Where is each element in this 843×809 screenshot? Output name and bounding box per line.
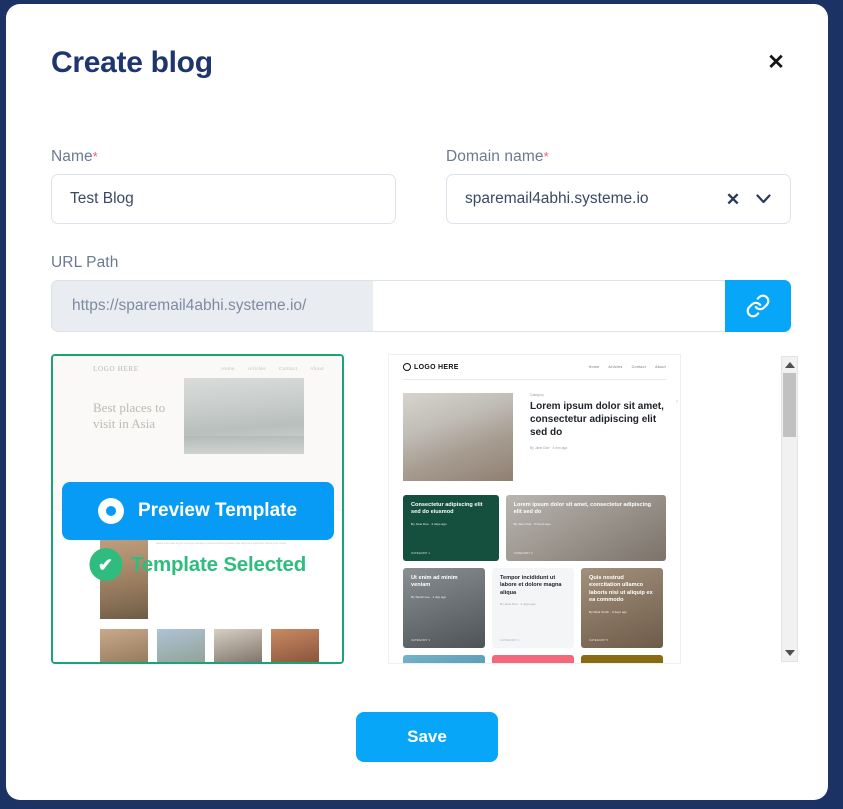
name-field-label: Name* [51, 148, 98, 166]
mock-grid-card-category: CATEGORY 3 [411, 638, 431, 642]
mock-hero-text-block: Category Lorem ipsum dolor sit amet, con… [530, 393, 666, 481]
mock-card-grid: Consectetur adipiscing elit sed do eiusm… [403, 495, 666, 663]
template-card[interactable]: LOGO HERE Home Articles Contact About Ca… [388, 354, 681, 664]
mock-grid-card-title: Quis nostrud exercitation ullamco labori… [589, 575, 653, 604]
mock-nav-item: Contact [631, 365, 647, 369]
mock-tile-image [100, 629, 148, 662]
close-icon[interactable]: ✕ [762, 48, 790, 76]
mock-tile-grid: 01 Nullam perspiciatis unde omnis iste n… [100, 629, 319, 662]
mock-tile: 02 Lorem ipsum dolor sit amet, consectet… [157, 629, 205, 662]
mock-nav-item: About [655, 365, 666, 369]
mock-nav-item: Contact [278, 366, 298, 371]
mock-tile: 01 Nullam perspiciatis unde omnis iste n… [100, 629, 148, 662]
mock-grid-card-category: CATEGORY 2 [513, 551, 533, 555]
chevron-down-icon[interactable] [748, 192, 778, 207]
domain-field-label: Domain name* [446, 148, 549, 166]
preview-template-label: Preview Template [137, 500, 298, 521]
scrollbar-thumb[interactable] [783, 373, 796, 437]
mock-tile: 04 Lorem ipsum dolor sit amet, consectet… [271, 629, 319, 662]
name-label-text: Name [51, 148, 93, 165]
url-path-row: https://sparemail4abhi.systeme.io/ [51, 280, 791, 332]
eye-icon [97, 498, 124, 524]
mock-grid-card-meta: By Mark Smith · 3 days ago [589, 609, 627, 614]
mock-header: LOGO HERE Home Articles Contact About [403, 363, 666, 380]
mock-grid-card-meta: By Jane Doe · 5 hours ago [513, 521, 551, 526]
template-preview-thumbnail: LOGO HERE Home Articles Contact About Ca… [389, 355, 680, 663]
logo-mark-icon [403, 363, 411, 371]
mock-grid-card-category: CATEGORY 4 [500, 638, 520, 642]
mock-nav-item: About [310, 366, 324, 371]
chevron-right-icon: › [676, 399, 678, 405]
mock-grid-card: Ut enim ad minim veniam By Sarah Lee · 1… [403, 568, 485, 648]
mock-grid-card-title: Ut enim ad minim veniam [411, 575, 458, 589]
template-gallery-scrollbar[interactable] [781, 356, 798, 662]
create-blog-modal: Create blog ✕ Name* Domain name* sparema… [6, 4, 828, 800]
mock-grid-card-meta: By Sarah Lee · 1 day ago [411, 594, 447, 599]
link-icon[interactable] [725, 280, 791, 332]
page-title: Create blog [51, 46, 213, 79]
url-path-input[interactable] [373, 280, 725, 332]
template-card-selected[interactable]: LOGO HERE Home Articles Contact About Be… [51, 354, 344, 664]
preview-template-button[interactable]: Preview Template [61, 482, 334, 540]
mock-nav-item: Home [588, 365, 600, 369]
mock-nav-item: Home [221, 366, 235, 371]
mock-grid-card-title: Lorem ipsum dolor sit amet, consectetur … [513, 502, 652, 516]
domain-required-asterisk: * [543, 149, 549, 164]
mock-grid-card: Tempor incididunt ut labore et dolore ma… [492, 568, 574, 648]
mock-grid-card-title: Consectetur adipiscing elit sed do eiusm… [411, 502, 483, 516]
mock-card-row: Consectetur adipiscing elit sed do eiusm… [403, 495, 666, 561]
template-selected-badge: ✔ Template Selected [88, 548, 307, 581]
url-path-field-label: URL Path [51, 254, 119, 271]
scroll-down-icon[interactable] [784, 650, 795, 656]
save-button[interactable]: Save [356, 712, 498, 762]
check-circle-icon: ✔ [88, 548, 122, 581]
template-gallery[interactable]: LOGO HERE Home Articles Contact About Be… [51, 354, 791, 664]
mock-hero-kicker: Category [530, 393, 544, 397]
name-required-asterisk: * [92, 149, 98, 164]
mock-nav: Home Articles Contact About [589, 365, 666, 369]
name-input[interactable] [51, 174, 396, 224]
mock-card-row: Ut enim ad minim veniam By Sarah Lee · 1… [403, 568, 666, 648]
mock-tile-image [157, 629, 205, 662]
mock-hero-image [403, 393, 513, 481]
mock-grid-card-meta: By Jane Doe · 2 days ago [411, 521, 447, 526]
mock-nav: Home Articles Contact About [221, 366, 324, 371]
mock-hero-title: Best places to visit in Asia [93, 400, 166, 432]
mock-hero-image [184, 378, 304, 454]
mock-grid-card [492, 655, 574, 663]
mock-grid-card: Lorem ipsum dolor sit amet, consectetur … [505, 495, 666, 561]
mock-grid-card [581, 655, 663, 663]
mock-grid-card: Quis nostrud exercitation ullamco labori… [581, 568, 663, 648]
domain-label-text: Domain name [446, 148, 544, 165]
mock-grid-card-title: Tempor incididunt ut labore et dolore ma… [500, 575, 562, 596]
mock-hero: Category Lorem ipsum dolor sit amet, con… [403, 393, 666, 481]
mock-logo-text: LOGO HERE [414, 363, 459, 371]
url-path-prefix: https://sparemail4abhi.systeme.io/ [51, 280, 373, 332]
scroll-up-icon[interactable] [784, 362, 795, 368]
clear-icon[interactable]: ✕ [718, 191, 748, 208]
mock-hero-title: Lorem ipsum dolor sit amet, consectetur … [530, 401, 664, 438]
mock-grid-card-category: CATEGORY 5 [589, 638, 609, 642]
mock-logo: LOGO HERE [93, 365, 139, 373]
mock-tile-image [271, 629, 319, 662]
mock-logo: LOGO HERE [403, 363, 459, 371]
mock-nav-item: Articles [247, 366, 266, 371]
mock-grid-card [403, 655, 485, 663]
mock-grid-card-category: CATEGORY 1 [411, 551, 431, 555]
mock-grid-card: Consectetur adipiscing elit sed do eiusm… [403, 495, 499, 561]
mock-tile-image [214, 629, 262, 662]
domain-selected-value: sparemail4abhi.systeme.io [465, 190, 649, 207]
page-root: Create blog ✕ Name* Domain name* sparema… [0, 0, 843, 809]
mock-hero-meta: By Jane Doe · 4 min ago [530, 446, 568, 451]
template-selected-label: Template Selected [130, 552, 307, 576]
mock-nav-item: Articles [608, 365, 623, 369]
mock-grid-card-meta: By Jane Doe · 2 days ago [500, 602, 536, 607]
domain-select[interactable]: sparemail4abhi.systeme.io ✕ [446, 174, 791, 224]
mock-tile: 03 Lorem ipsum dolor sit amet, consectet… [214, 629, 262, 662]
mock-card-row [403, 655, 666, 663]
